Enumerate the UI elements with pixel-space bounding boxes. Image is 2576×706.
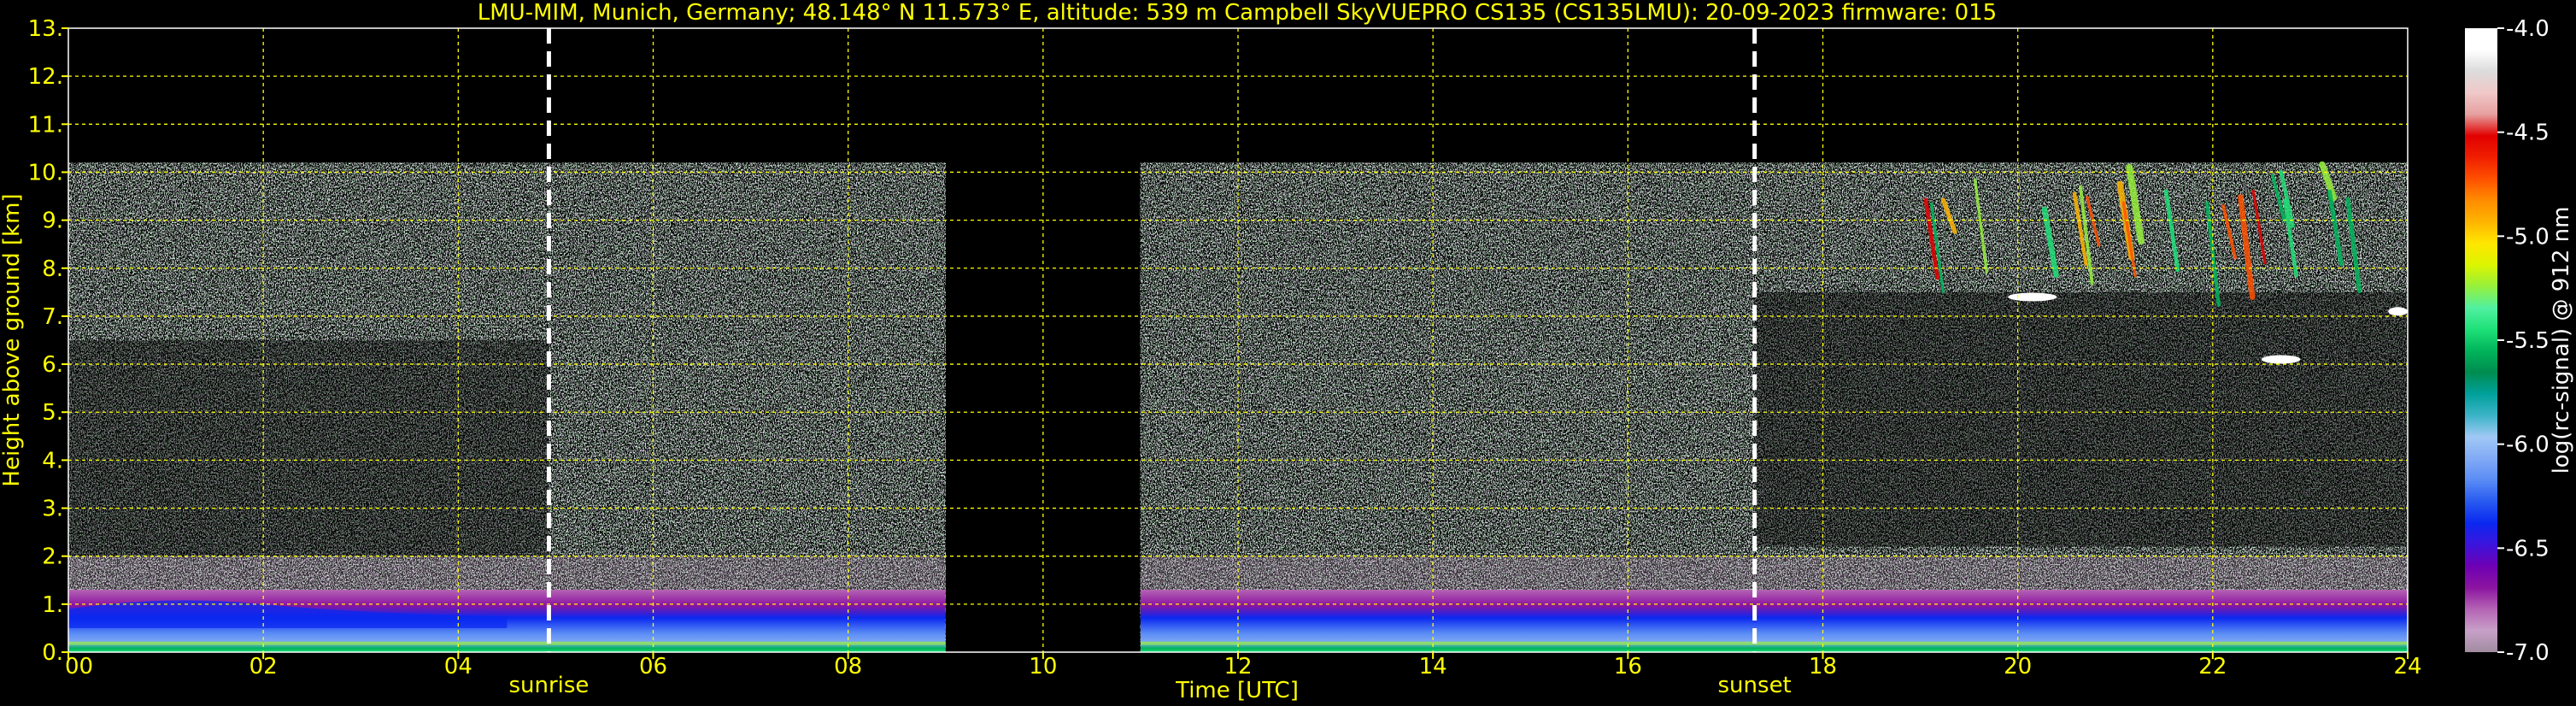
cloud-patch [2008,292,2057,302]
y-tick-label: 7. [42,304,63,330]
near-ground-layer [68,641,946,645]
colorbar-tick-label: -4.5 [2506,121,2550,146]
y-tick-label: 6. [42,352,63,378]
y-tick-label: 1. [42,592,63,618]
ceilometer-figure: sunrise sunset 00 02 04 06 08 10 12 14 16 18 20 22 24… [0,0,2576,706]
colorbar-tick-label: -4.0 [2506,16,2550,42]
colorbar-tick-label: -7.0 [2506,640,2550,666]
y-tick-label: 9. [42,209,63,234]
y-tick-label: 12. [28,64,63,90]
near-ground-layer [1140,641,2408,645]
sunset-label: sunset [1718,673,1792,698]
colorbar-tick-label: -5.0 [2506,224,2550,250]
x-tick-label: 04 [444,654,472,680]
x-tick-label: 20 [2004,654,2032,680]
colorbar-label: log(rc-signal) @ 912 nm [2549,207,2574,474]
x-axis-label: Time [UTC] [1175,678,1299,703]
aerosol-haze [1140,556,2408,595]
x-tick-label: 00 [65,654,93,680]
y-tick-label: 3. [42,497,63,522]
x-tick-label: 06 [639,654,667,680]
x-tick-label: 08 [834,654,862,680]
y-axis-label: Height above ground [km] [0,193,25,486]
aerosol-haze [68,556,946,595]
y-tick-label: 13. [28,16,63,42]
colorbar-scale [2465,28,2497,652]
x-tick-label: 18 [1809,654,1837,680]
y-tick-label: 10. [28,160,63,185]
x-tick-label: 14 [1419,654,1447,680]
y-tick-label: 4. [42,448,63,474]
y-tick-label: 8. [42,256,63,282]
x-tick-label: 16 [1614,654,1642,680]
colorbar-tick-label: -6.5 [2506,536,2550,562]
x-tick-label: 02 [249,654,278,680]
y-tick-label: 11. [28,112,63,138]
noise-damping [68,340,549,556]
colorbar-tick-label: -6.0 [2506,432,2550,458]
x-tick-label: 12 [1223,654,1252,680]
sunrise-label: sunrise [508,673,589,698]
x-tick-label: 10 [1029,654,1057,680]
cloud-patch [2388,307,2408,316]
chart-title: LMU-MIM, Munich, Germany; 48.148° N 11.5… [478,0,1997,26]
y-tick-label: 0. [42,640,63,666]
y-tick-label: 2. [42,544,63,570]
cloud-patch [2261,355,2301,364]
x-tick-label: 24 [2393,654,2421,680]
x-tick-label: 22 [2198,654,2227,680]
y-tick-label: 5. [42,400,63,426]
colorbar-tick-label: -5.5 [2506,328,2550,354]
